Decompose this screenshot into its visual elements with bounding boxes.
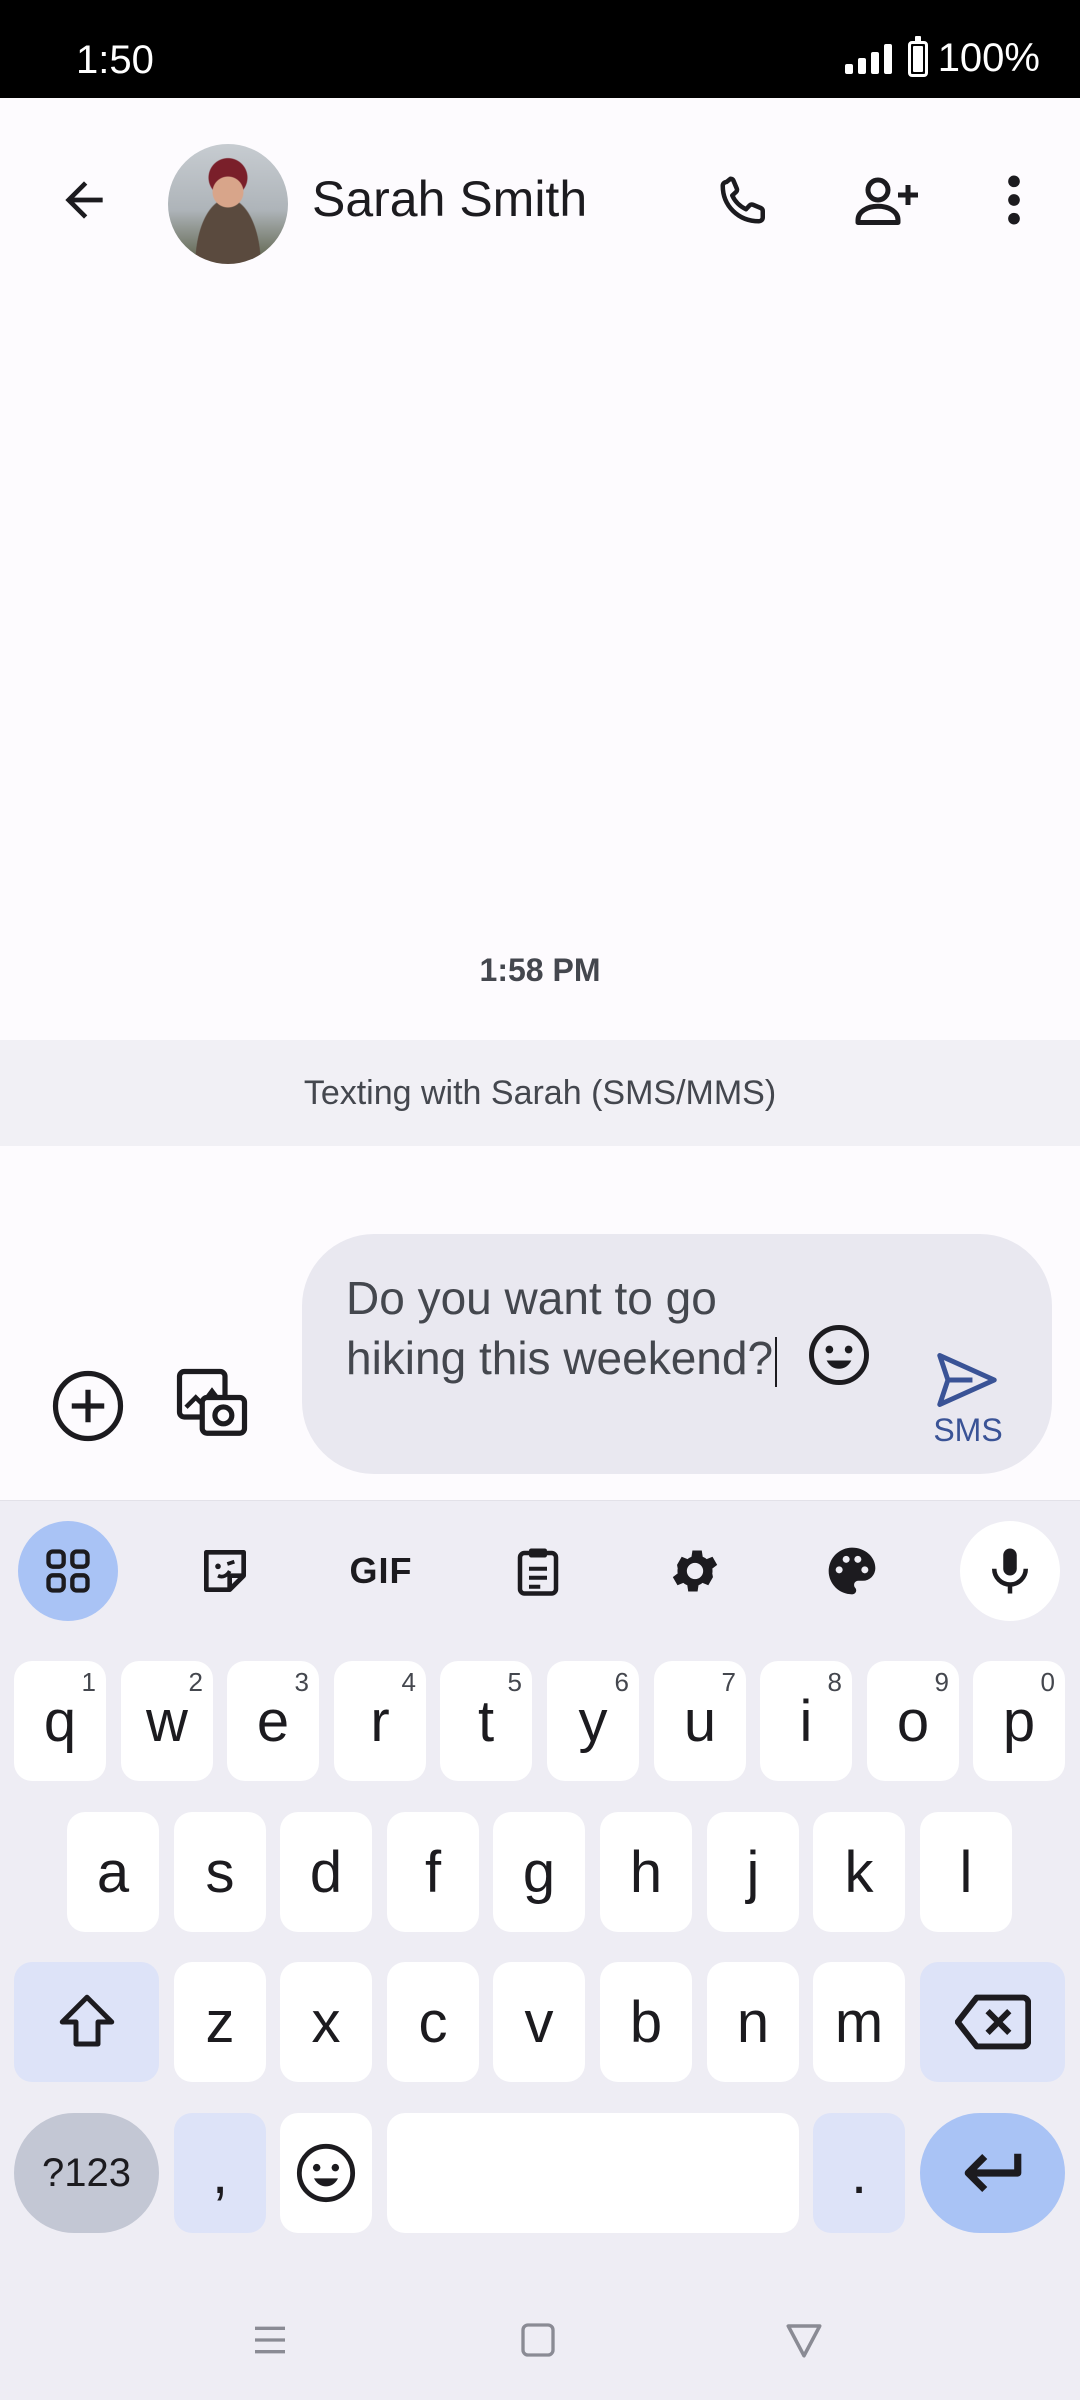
voice-input-button[interactable] xyxy=(960,1521,1060,1621)
key-g[interactable]: g xyxy=(493,1812,585,1932)
shift-icon xyxy=(59,1994,114,2047)
period-key[interactable]: . xyxy=(813,2113,905,2233)
key-u[interactable]: u7 xyxy=(654,1661,746,1781)
settings-button[interactable] xyxy=(645,1521,745,1621)
sms-info-text: Texting with Sarah (SMS/MMS) xyxy=(303,1073,777,1112)
add-attachment-button[interactable] xyxy=(46,1364,130,1448)
backspace-key[interactable] xyxy=(920,1962,1065,2082)
key-l[interactable]: l xyxy=(920,1812,1012,1932)
status-indicators: 100% xyxy=(844,35,1040,81)
gallery-camera-icon xyxy=(176,1368,248,1436)
message-timestamp: 1:58 PM xyxy=(479,952,601,988)
signal-icon xyxy=(844,43,892,74)
send-label: SMS xyxy=(933,1412,1003,1448)
key-p[interactable]: p0 xyxy=(973,1661,1065,1781)
triangle-back-icon xyxy=(786,2324,822,2358)
sms-info-banner: Texting with Sarah (SMS/MMS) xyxy=(0,1040,1080,1146)
sticker-icon xyxy=(204,1550,247,1592)
add-contact-button[interactable] xyxy=(848,160,928,240)
key-b[interactable]: b xyxy=(600,1962,692,2082)
apps-icon xyxy=(46,1549,90,1593)
key-h[interactable]: h xyxy=(600,1812,692,1932)
phone-icon xyxy=(720,176,765,224)
send-icon xyxy=(937,1353,997,1407)
more-vert-icon xyxy=(1008,175,1020,225)
emoji-icon xyxy=(809,1325,869,1385)
key-i[interactable]: i8 xyxy=(760,1661,852,1781)
apps-button[interactable] xyxy=(18,1521,118,1621)
emoji-button[interactable] xyxy=(802,1318,876,1392)
key-k[interactable]: k xyxy=(813,1812,905,1932)
key-e[interactable]: e3 xyxy=(227,1661,319,1781)
shift-key[interactable] xyxy=(14,1962,159,2082)
enter-arrow-icon xyxy=(964,2153,1021,2193)
more-options-button[interactable] xyxy=(974,160,1054,240)
contact-avatar[interactable] xyxy=(168,144,288,264)
compose-text[interactable]: Do you want to go hiking this weekend? xyxy=(346,1268,786,1388)
key-r[interactable]: r4 xyxy=(334,1661,426,1781)
keyboard: GIF q1 w2 e3 r4 t5 y6 u7 i8 o9 p0 a s d … xyxy=(0,1500,1080,2400)
enter-key[interactable] xyxy=(920,2113,1065,2233)
recents-button[interactable] xyxy=(230,2310,310,2370)
battery-level: 100% xyxy=(937,36,1040,80)
emoji-icon xyxy=(296,2143,356,2203)
key-q[interactable]: q1 xyxy=(14,1661,106,1781)
key-a[interactable]: a xyxy=(67,1812,159,1932)
square-icon xyxy=(521,2323,555,2357)
key-t[interactable]: t5 xyxy=(440,1661,532,1781)
back-nav-button[interactable] xyxy=(764,2310,844,2370)
clipboard-button[interactable] xyxy=(488,1521,588,1621)
palette-icon xyxy=(828,1547,876,1595)
key-x[interactable]: x xyxy=(280,1962,372,2082)
key-f[interactable]: f xyxy=(387,1812,479,1932)
back-button[interactable] xyxy=(44,160,124,240)
send-sms-button[interactable]: SMS xyxy=(918,1352,1018,1462)
menu-lines-icon xyxy=(255,2326,285,2354)
key-w[interactable]: w2 xyxy=(121,1661,213,1781)
key-c[interactable]: c xyxy=(387,1962,479,2082)
call-button[interactable] xyxy=(704,160,784,240)
key-m[interactable]: m xyxy=(813,1962,905,2082)
key-y[interactable]: y6 xyxy=(547,1661,639,1781)
comma-key[interactable]: , xyxy=(174,2113,266,2233)
key-j[interactable]: j xyxy=(707,1812,799,1932)
navigation-bar xyxy=(0,2280,1080,2400)
key-v[interactable]: v xyxy=(493,1962,585,2082)
gear-icon xyxy=(672,1550,718,1592)
key-d[interactable]: d xyxy=(280,1812,372,1932)
keyboard-toolbar: GIF xyxy=(0,1501,1080,1639)
gallery-camera-button[interactable] xyxy=(170,1362,254,1446)
space-key[interactable] xyxy=(387,2113,799,2233)
gif-icon: GIF xyxy=(349,1550,413,1591)
message-compose-field[interactable]: Do you want to go hiking this weekend? S… xyxy=(302,1234,1052,1474)
backspace-icon xyxy=(954,1994,1031,2050)
arrow-back-icon xyxy=(65,181,103,219)
battery-icon xyxy=(907,35,928,77)
emoji-key[interactable] xyxy=(280,2113,372,2233)
contact-name[interactable]: Sarah Smith xyxy=(312,170,587,228)
text-cursor xyxy=(775,1336,778,1387)
person-add-icon xyxy=(855,177,918,225)
mic-icon xyxy=(992,1548,1028,1594)
gif-button[interactable]: GIF xyxy=(331,1521,431,1621)
key-s[interactable]: s xyxy=(174,1812,266,1932)
home-button[interactable] xyxy=(498,2310,578,2370)
add-circle-icon xyxy=(52,1370,124,1442)
key-z[interactable]: z xyxy=(174,1962,266,2082)
key-n[interactable]: n xyxy=(707,1962,799,2082)
key-o[interactable]: o9 xyxy=(867,1661,959,1781)
status-bar: 1:50 100% xyxy=(0,0,1080,98)
clipboard-icon xyxy=(517,1548,559,1596)
theme-button[interactable] xyxy=(802,1521,902,1621)
symbols-key[interactable]: ?123 xyxy=(14,2113,159,2233)
status-time: 1:50 xyxy=(76,38,154,82)
sticker-button[interactable] xyxy=(175,1521,275,1621)
top-app-bar: Sarah Smith xyxy=(0,98,1080,308)
